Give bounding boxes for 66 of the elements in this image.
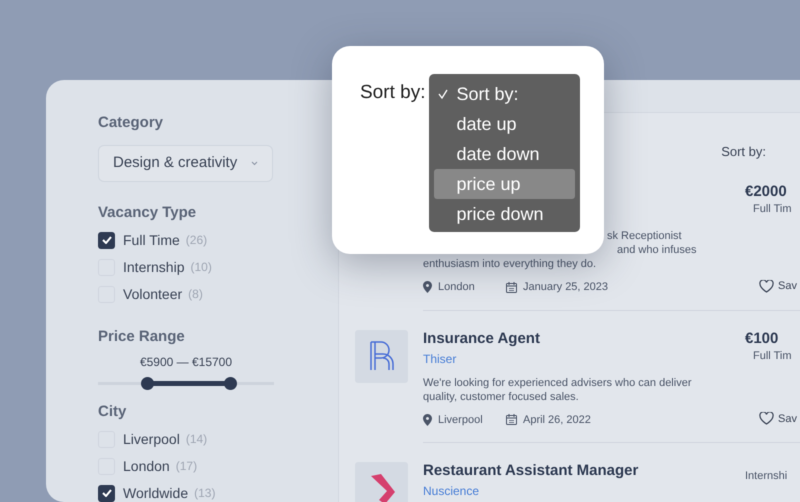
option-label: London [123, 456, 170, 476]
option-count: (26) [186, 232, 208, 249]
job-title: Insurance Agent [423, 330, 541, 348]
sort-label: Sort by: [721, 142, 766, 161]
option-label: Worldwide [123, 484, 188, 502]
filter-heading: Category [98, 113, 164, 133]
sort-label: Sort by: [360, 81, 426, 105]
menu-item[interactable]: Sort by: [434, 79, 576, 109]
checkmark-icon [438, 89, 448, 99]
description-text: enthusiasm into everything they do. [423, 257, 596, 271]
option-count: (8) [188, 286, 203, 303]
chevron-down-icon [251, 160, 258, 166]
letter-lines-icon [368, 341, 394, 371]
slider-thumb[interactable] [224, 376, 237, 390]
menu-item[interactable]: price up [434, 169, 576, 199]
job-type: Full Tim [752, 348, 792, 364]
dropdown-value: Design & creativity [113, 152, 238, 173]
chevron-shape-icon [368, 474, 394, 502]
option-count: (10) [190, 259, 212, 276]
filter-heading: City [98, 402, 128, 422]
job-description: We're looking for experienced advisers who can deliver quality, customer focused sales. [423, 376, 692, 404]
option-label: Volonteer [123, 284, 182, 304]
calendar-icon [506, 282, 517, 293]
description-text: and who infuses [617, 243, 696, 257]
checkmark-icon [102, 236, 112, 244]
save-button[interactable]: Sav [745, 278, 800, 294]
menu-item-label: Sort by: [456, 82, 519, 106]
option-label: Full Time [123, 230, 180, 250]
menu-item[interactable]: price down [434, 199, 576, 229]
job-type: Full Tim [752, 202, 792, 217]
menu-item-label: price down [456, 202, 544, 226]
option-count: (13) [194, 485, 216, 502]
location-pin-icon [423, 281, 432, 294]
menu-item-label: date up [456, 112, 517, 136]
option-count: (14) [186, 431, 208, 448]
menu-item[interactable]: date up [434, 109, 576, 139]
job-type: Internshi [745, 469, 788, 484]
job-location: Liverpool [438, 412, 484, 428]
option-label: Liverpool [123, 430, 180, 449]
heart-icon [759, 280, 774, 293]
filter-heading: Vacancy Type [98, 202, 198, 222]
location-pin-icon [423, 414, 432, 426]
checkbox[interactable] [98, 232, 115, 248]
option-label: Internship [123, 258, 184, 277]
menu-item-label: date down [456, 142, 540, 166]
checkbox[interactable] [98, 484, 115, 502]
company-name: Nuscience [423, 483, 480, 500]
menu-item-label: price up [456, 172, 521, 196]
job-salary: €2000 [745, 183, 788, 201]
job-title: Restaurant Assistant Manager [423, 462, 640, 480]
job-date: April 26, 2022 [523, 412, 591, 428]
category-dropdown[interactable]: Design & creativity [98, 144, 273, 182]
heart-icon [759, 412, 774, 426]
menu-item[interactable]: date down [434, 139, 576, 169]
company-name: Thiser [423, 350, 458, 368]
job-location: London [438, 280, 476, 295]
job-date: January 25, 2023 [523, 280, 608, 295]
save-button[interactable]: Sav [745, 410, 800, 427]
description-text: sk Receptionist [607, 229, 682, 243]
checkmark-icon [102, 489, 112, 497]
calendar-icon [506, 414, 517, 426]
price-range-reading: €5900 — €15700 [138, 354, 234, 370]
slider-thumb[interactable] [141, 376, 154, 390]
job-salary: €100 [745, 330, 780, 348]
option-count: (17) [176, 458, 198, 475]
filter-heading: Price Range [98, 327, 186, 347]
